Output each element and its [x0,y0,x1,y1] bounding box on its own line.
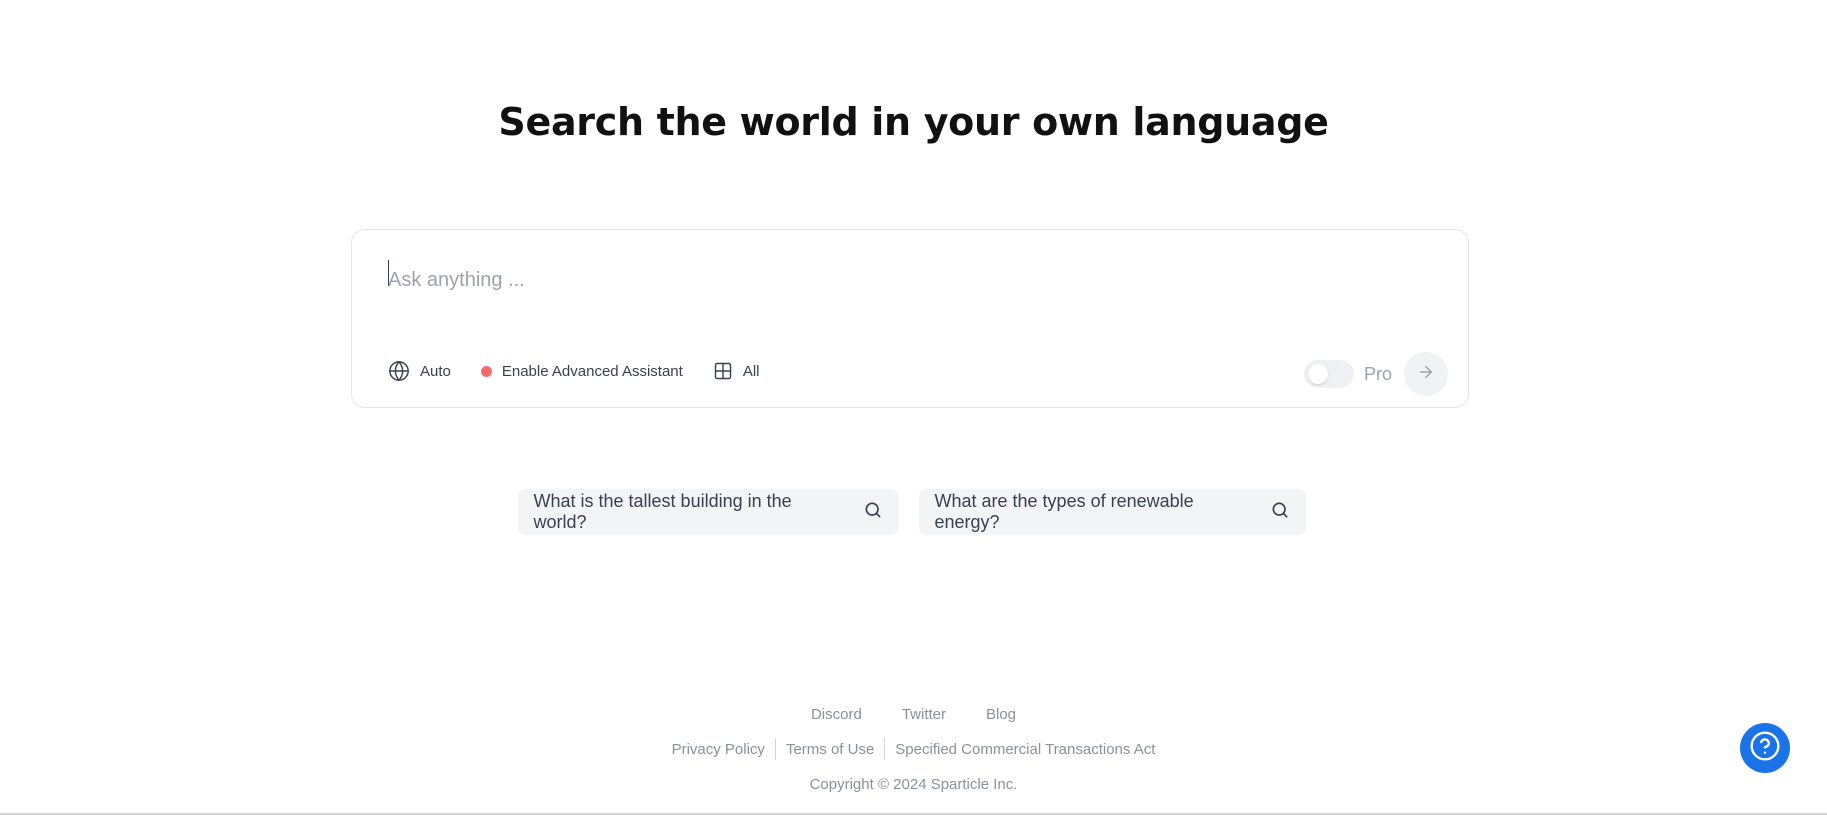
help-question-icon [1749,730,1781,767]
suggestion-text: What are the types of renewable energy? [934,491,1194,532]
submit-search-button[interactable] [1404,352,1448,396]
search-input[interactable] [386,260,1428,300]
footer-link-privacy-policy[interactable]: Privacy Policy [662,741,775,758]
page-headline: Search the world in your own language [498,100,1329,144]
footer-copyright: Copyright © 2024 Sparticle Inc. [0,773,1827,795]
footer-link-twitter[interactable]: Twitter [902,706,946,723]
search-toolbar: Auto Enable Advanced Assistant All [388,358,760,384]
footer-social-links: Discord Twitter Blog [0,703,1827,725]
advanced-assistant-toggle[interactable]: Enable Advanced Assistant [480,362,683,380]
search-icon [863,500,883,525]
language-selector-label: Auto [420,362,451,380]
search-icon [1270,500,1290,525]
footer-legal-links: Privacy Policy Terms of Use Specified Co… [0,738,1827,760]
pro-mode-label: Pro [1363,363,1392,384]
footer: Discord Twitter Blog Privacy Policy Term… [0,703,1827,795]
suggestion-text: What is the tallest building in the worl… [533,491,792,532]
footer-link-commercial-transactions[interactable]: Specified Commercial Transactions Act [885,741,1165,758]
footer-link-terms-of-use[interactable]: Terms of Use [776,741,884,758]
arrow-right-icon [1417,363,1435,386]
search-actions: Pro [1303,352,1448,396]
language-selector[interactable]: Auto [388,360,451,382]
assistant-status-dot-icon [480,365,492,377]
pro-mode-toggle[interactable] [1303,360,1354,388]
help-button[interactable] [1740,723,1790,773]
globe-icon [388,360,410,382]
page: Search the world in your own language Au… [0,0,1827,815]
search-scope-selector[interactable]: All [713,361,760,381]
grid-icon [713,361,733,381]
copyright-text: Copyright © 2024 Sparticle Inc. [809,775,1018,793]
footer-link-discord[interactable]: Discord [811,706,862,723]
text-caret [388,260,389,286]
toggle-knob [1307,364,1328,384]
advanced-assistant-label: Enable Advanced Assistant [501,362,683,380]
suggested-queries: What is the tallest building in the worl… [0,489,1827,535]
search-card: Auto Enable Advanced Assistant All [351,229,1469,408]
search-scope-label: All [742,362,760,380]
suggestion-chip[interactable]: What are the types of renewable energy? [918,489,1306,535]
footer-link-blog[interactable]: Blog [986,706,1016,723]
suggestion-chip[interactable]: What is the tallest building in the worl… [517,489,899,535]
